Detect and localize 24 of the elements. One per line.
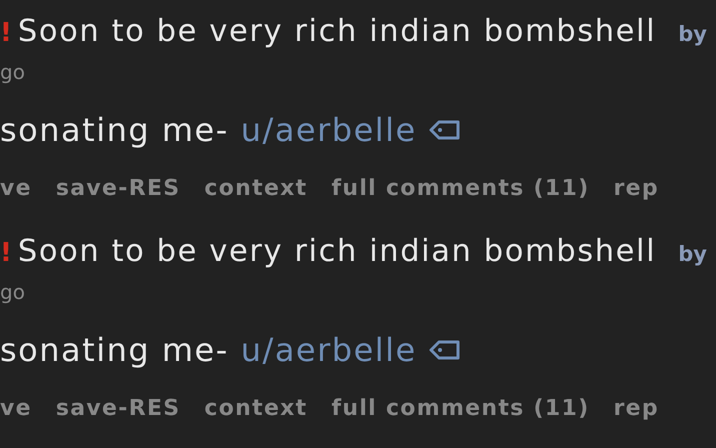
post-title[interactable]: Soon to be very rich indian bombshell — [18, 14, 656, 49]
user-link[interactable]: u/aerbelle — [240, 331, 417, 369]
user-link[interactable]: u/aerbelle — [240, 111, 417, 149]
action-link[interactable]: save-RES — [56, 176, 180, 201]
tag-icon[interactable] — [428, 340, 461, 360]
action-link[interactable]: context — [204, 396, 308, 421]
action-link[interactable]: context — [204, 176, 308, 201]
comment-text: sonating me- — [0, 111, 229, 149]
comment-age: go — [0, 60, 26, 86]
author-prefix: by — [678, 22, 707, 46]
flair-mark: ! — [0, 238, 12, 268]
post-title[interactable]: Soon to be very rich indian bombshell — [18, 234, 656, 269]
action-link[interactable]: full comments (11) — [331, 396, 590, 421]
action-link[interactable]: ve — [0, 176, 32, 201]
action-link[interactable]: rep — [613, 396, 659, 421]
flair-mark: ! — [0, 18, 12, 48]
action-link[interactable]: full comments (11) — [331, 176, 590, 201]
author-prefix: by — [678, 242, 707, 266]
comment-age: go — [0, 280, 26, 306]
action-link[interactable]: rep — [613, 176, 659, 201]
tag-icon[interactable] — [428, 120, 461, 140]
comment-text: sonating me- — [0, 331, 229, 369]
action-link[interactable]: save-RES — [56, 396, 180, 421]
action-link[interactable]: ve — [0, 396, 32, 421]
